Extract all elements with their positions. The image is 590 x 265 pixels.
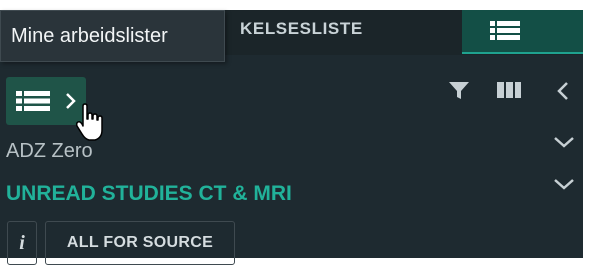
chevron-down-icon[interactable] xyxy=(552,176,576,197)
filter-icon[interactable] xyxy=(448,79,470,106)
chevron-left-icon[interactable] xyxy=(556,79,570,108)
my-worklists-button[interactable] xyxy=(6,77,86,125)
worklist-row-label[interactable]: UNREAD STUDIES CT & MRI xyxy=(6,182,292,206)
chevron-down-icon[interactable] xyxy=(552,134,576,155)
list-icon xyxy=(488,13,522,52)
list-icon xyxy=(16,90,52,117)
columns-icon[interactable] xyxy=(496,79,522,106)
info-button[interactable]: i xyxy=(7,221,37,265)
tab-worklist-label[interactable]: KELSESLISTE xyxy=(240,11,363,47)
tab-list-view[interactable] xyxy=(462,10,583,54)
hand-pointer-icon xyxy=(75,103,107,150)
all-for-source-button[interactable]: ALL FOR SOURCE xyxy=(45,221,235,265)
tooltip: Mine arbeidslister xyxy=(0,10,225,62)
